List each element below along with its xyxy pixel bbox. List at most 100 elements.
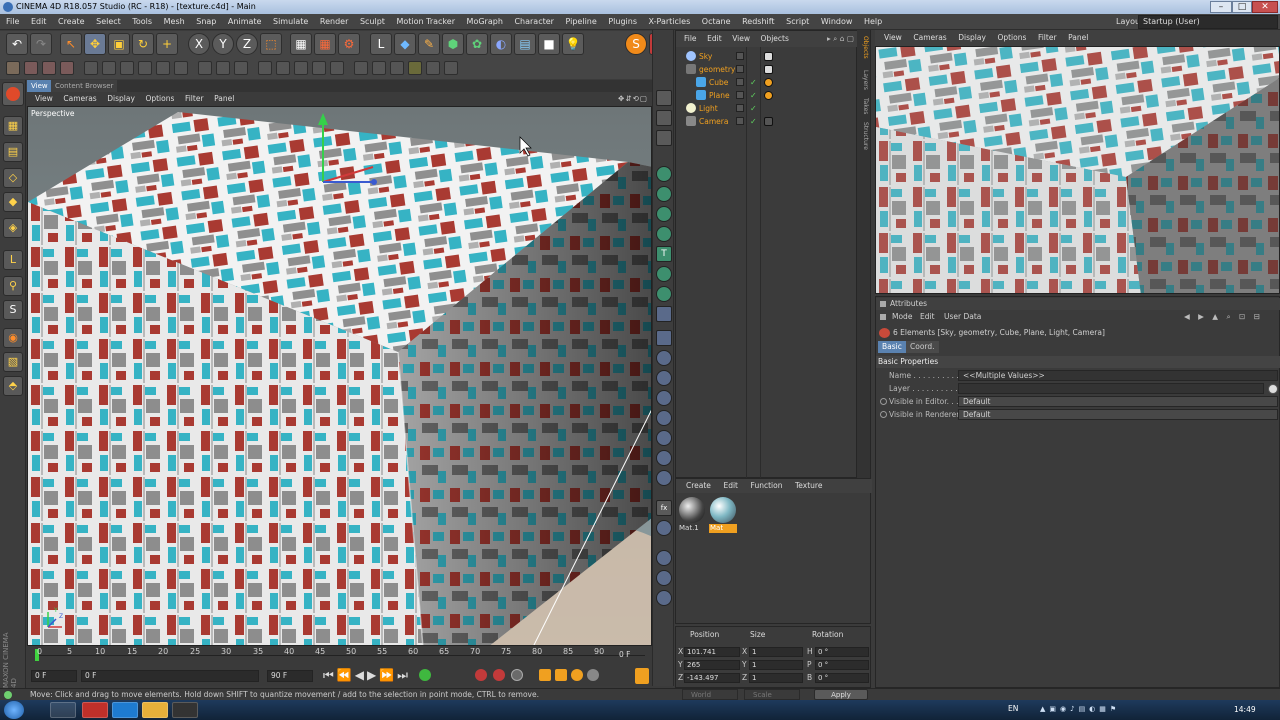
- push-apart-effector-icon[interactable]: [656, 450, 672, 466]
- menu-edit[interactable]: Edit: [31, 17, 47, 26]
- obj-menu-view[interactable]: View: [732, 34, 750, 43]
- menu-render[interactable]: Render: [320, 17, 348, 26]
- vp-menu-filter[interactable]: Filter: [185, 94, 204, 103]
- size-mode-dropdown[interactable]: Scale: [744, 689, 800, 700]
- knife-icon[interactable]: [84, 61, 98, 75]
- side-tab-structure[interactable]: Structure: [859, 122, 869, 150]
- scale-key-icon[interactable]: [555, 669, 567, 681]
- y-axis-lock-icon[interactable]: Y: [212, 33, 234, 55]
- side-tab-objects[interactable]: Objects: [859, 36, 869, 59]
- mat-menu-function[interactable]: Function: [751, 481, 783, 490]
- script-s-icon[interactable]: S: [625, 33, 647, 55]
- taskbar-media-icon[interactable]: [172, 702, 198, 718]
- rv-menu-filter[interactable]: Filter: [1038, 33, 1057, 42]
- cube-object-icon[interactable]: ◆: [394, 33, 416, 55]
- layer-control-icon[interactable]: [736, 78, 744, 86]
- keyframe-selection-icon[interactable]: [511, 669, 523, 681]
- timeline-window-icon[interactable]: [635, 668, 649, 684]
- menu-mesh[interactable]: Mesh: [164, 17, 185, 26]
- system-tray-icons[interactable]: ▲▣◉♪▤◐▦⚑: [1040, 705, 1120, 713]
- pen-spline-icon[interactable]: ✎: [418, 33, 440, 55]
- x-axis-lock-icon[interactable]: X: [188, 33, 210, 55]
- magnet-icon[interactable]: [174, 61, 188, 75]
- weld-icon[interactable]: [156, 61, 170, 75]
- render-preview-viewport[interactable]: [875, 46, 1280, 294]
- rotation-b-field[interactable]: 0 °: [815, 673, 869, 683]
- optimize-icon[interactable]: [258, 61, 272, 75]
- enabled-check-icon[interactable]: ✓: [750, 115, 757, 128]
- quantize-icon[interactable]: [426, 61, 440, 75]
- object-row-light[interactable]: Light ✓: [676, 102, 858, 115]
- taskbar-cinema4d-icon[interactable]: [50, 702, 76, 718]
- fracture-icon[interactable]: [656, 186, 672, 202]
- object-row-geometry[interactable]: geometry: [676, 63, 858, 76]
- animate-parameter-icon[interactable]: [880, 411, 887, 418]
- array-tool-icon[interactable]: [198, 61, 212, 75]
- cloner-icon[interactable]: ✿: [466, 33, 488, 55]
- position-key-icon[interactable]: [539, 669, 551, 681]
- viewport-nav-icons[interactable]: ✥⇵⟲▢: [618, 92, 648, 106]
- timeline-ruler[interactable]: 0 5 10 15 20 25 30 35 40 45 50 55 60 65 …: [27, 646, 652, 666]
- object-manager-tools-icons[interactable]: ▸ ⌕ ⌂ ▢: [827, 31, 854, 47]
- planar-workplane-icon[interactable]: ⬘: [3, 376, 23, 396]
- mat-menu-texture[interactable]: Texture: [795, 481, 822, 490]
- play-forward-button[interactable]: [419, 669, 431, 681]
- enabled-check-icon[interactable]: ✓: [750, 76, 757, 89]
- deformer-icon[interactable]: ◐: [490, 33, 512, 55]
- menu-x-particles[interactable]: X-Particles: [649, 17, 691, 26]
- edges-mode-icon[interactable]: ◆: [3, 192, 23, 212]
- snap-icon[interactable]: [408, 61, 422, 75]
- phong-tag-icon[interactable]: [764, 91, 773, 100]
- name-input[interactable]: <<Multiple Values>>: [958, 370, 1278, 381]
- ring-selection-icon[interactable]: [42, 61, 56, 75]
- camera-icon[interactable]: ■: [538, 33, 560, 55]
- delay-effector-icon[interactable]: [656, 390, 672, 406]
- menu-window[interactable]: Window: [821, 17, 853, 26]
- scale-tool-icon[interactable]: ▣: [108, 33, 130, 55]
- object-row-sky[interactable]: Sky: [676, 50, 858, 63]
- maximize-button[interactable]: □: [1232, 1, 1252, 13]
- material-swatch-mat[interactable]: Mat: [709, 497, 737, 535]
- layer-control-icon[interactable]: [736, 91, 744, 99]
- selection-mode-icon[interactable]: [6, 61, 20, 75]
- undo-icon[interactable]: ↶: [6, 33, 28, 55]
- bridge-icon[interactable]: [138, 61, 152, 75]
- fx-icon[interactable]: fx: [656, 500, 672, 516]
- rotation-h-field[interactable]: 0 °: [815, 647, 869, 657]
- workplane-mode-icon[interactable]: ▤: [3, 142, 23, 162]
- attr-menu-user-data[interactable]: User Data: [944, 311, 981, 323]
- align-normals-icon[interactable]: [354, 61, 368, 75]
- object-row-plane[interactable]: Plane ✓: [676, 89, 858, 102]
- extrude-icon[interactable]: [102, 61, 116, 75]
- z-axis-lock-icon[interactable]: Z: [236, 33, 258, 55]
- light-icon[interactable]: 💡: [562, 33, 584, 55]
- taskbar-skype-icon[interactable]: [112, 702, 138, 718]
- start-frame-field[interactable]: 0 F: [31, 670, 77, 682]
- menu-pipeline[interactable]: Pipeline: [565, 17, 596, 26]
- recent-tools-icon[interactable]: +: [156, 33, 178, 55]
- minimize-button[interactable]: –: [1210, 1, 1232, 13]
- close-button[interactable]: ✕: [1252, 1, 1278, 13]
- rv-menu-options[interactable]: Options: [997, 33, 1026, 42]
- menu-create[interactable]: Create: [58, 17, 85, 26]
- menu-select[interactable]: Select: [96, 17, 121, 26]
- workplane-icon[interactable]: [444, 61, 458, 75]
- solo-mode-icon[interactable]: ◉: [3, 328, 23, 348]
- autokey-icon[interactable]: [493, 669, 505, 681]
- menu-tools[interactable]: Tools: [132, 17, 152, 26]
- start-button[interactable]: [4, 701, 24, 719]
- random-effector-icon[interactable]: [656, 350, 672, 366]
- menu-mograph[interactable]: MoGraph: [467, 17, 503, 26]
- visible-in-renderer-dropdown[interactable]: Default: [958, 409, 1278, 420]
- obj-menu-file[interactable]: File: [684, 34, 697, 43]
- rv-menu-panel[interactable]: Panel: [1068, 33, 1088, 42]
- make-editable-icon[interactable]: L: [370, 33, 392, 55]
- menu-sculpt[interactable]: Sculpt: [360, 17, 385, 26]
- menu-help[interactable]: Help: [864, 17, 882, 26]
- vp-menu-panel[interactable]: Panel: [214, 94, 234, 103]
- size-x-field[interactable]: 1: [749, 647, 803, 657]
- menu-script[interactable]: Script: [786, 17, 809, 26]
- side-tab-takes[interactable]: Takes: [859, 98, 869, 114]
- subdivide-icon[interactable]: [276, 61, 290, 75]
- tag-icon[interactable]: [656, 130, 672, 146]
